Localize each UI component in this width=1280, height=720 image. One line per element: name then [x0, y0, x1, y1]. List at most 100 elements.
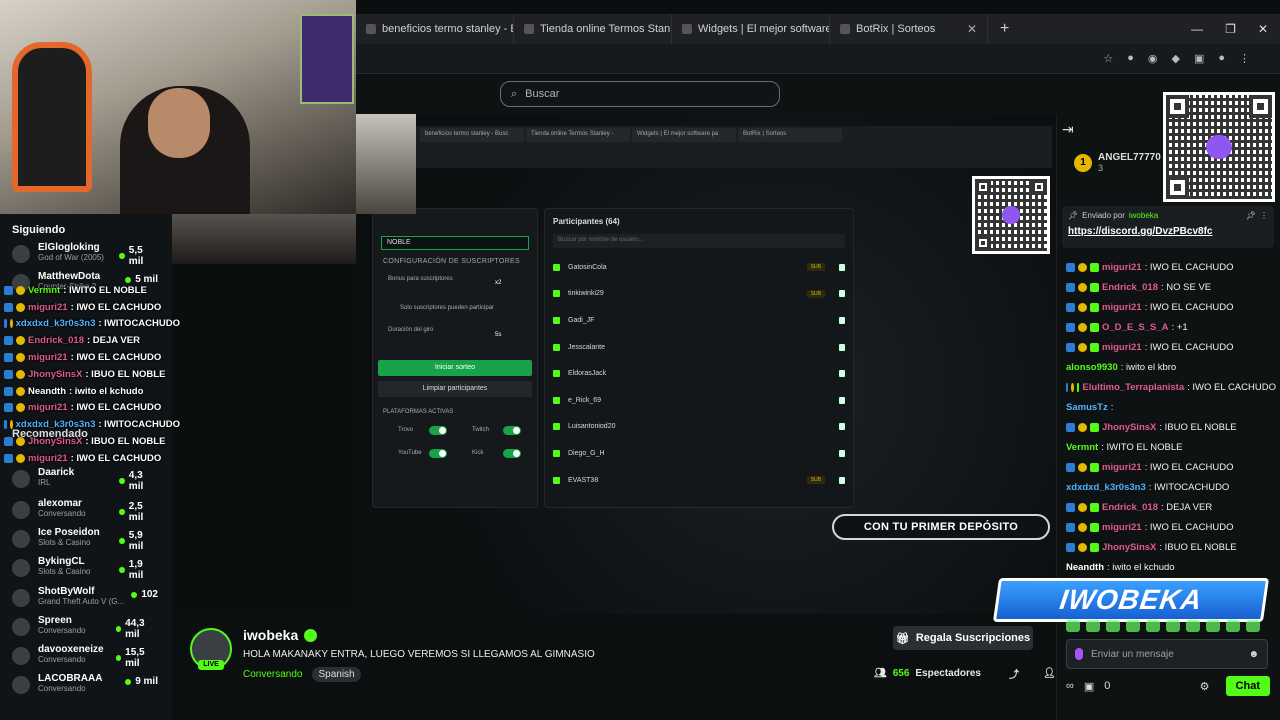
browser-tab[interactable]: Tienda online Termos Stanley -✕	[514, 14, 672, 44]
sidebar-channel-item[interactable]: ShotByWolf Grand Theft Auto V (G... 102	[0, 586, 172, 615]
chat-message-row[interactable]: miguri21: IWO EL CACHUDO	[1066, 257, 1276, 277]
sidebar-channel-item[interactable]: Daarick IRL 4,3 mil	[0, 467, 172, 496]
chat-message-row[interactable]: Endrick_018: DEJA VER	[1066, 497, 1276, 517]
chat-username[interactable]: O_D_E_S_S_A	[1102, 322, 1169, 333]
settings-gear-icon[interactable]: ⚙	[1200, 680, 1210, 693]
chat-username[interactable]: Endrick_018	[1102, 282, 1158, 293]
chat-message-row[interactable]: O_D_E_S_S_A: +1	[1066, 317, 1276, 337]
close-window-icon[interactable]: ✕	[1258, 22, 1268, 36]
emote-icon[interactable]	[1206, 620, 1220, 632]
delete-icon[interactable]	[839, 316, 845, 324]
twitch-toggle[interactable]	[503, 426, 521, 435]
chat-message-row[interactable]: Vermnt: IWITO EL NOBLE	[1066, 437, 1276, 457]
emote-icon[interactable]	[1166, 620, 1180, 632]
bonus-select[interactable]: x2	[495, 280, 501, 286]
maximize-icon[interactable]: ❐	[1225, 22, 1236, 36]
browser-tab[interactable]: Widgets | El mejor software pa✕	[672, 14, 830, 44]
chat-message-row[interactable]: JhonySinsX: IBUO EL NOBLE	[1066, 537, 1276, 557]
category-link[interactable]: Conversando	[243, 669, 302, 680]
minimize-icon[interactable]: —	[1191, 22, 1203, 36]
emote-icon[interactable]	[1106, 620, 1120, 632]
pinned-link[interactable]: https://discord.gg/DvzPBcv8fc	[1068, 226, 1268, 237]
chat-message-row[interactable]: Elultimo_Terraplanista: IWO EL CACHUDO	[1066, 377, 1276, 397]
sidebar-channel-item[interactable]: ElGlogloking God of War (2005) 5,5 mil	[0, 242, 172, 271]
clear-participants-button[interactable]: Limpiar participantes	[378, 381, 532, 397]
sidebar-channel-item[interactable]: Spreen Conversando 44,3 mil	[0, 615, 172, 644]
participant-search-input[interactable]: Buscar por nombre de usuario...	[553, 234, 845, 248]
delete-icon[interactable]	[839, 449, 845, 457]
sidebar-channel-item[interactable]: LACOBRAAA Conversando 9 mil	[0, 673, 172, 702]
chat-message-row[interactable]: miguri21: IWO EL CACHUDO	[1066, 337, 1276, 357]
chat-message-row[interactable]: miguri21: IWO EL CACHUDO	[1066, 457, 1276, 477]
gift-subs-button[interactable]: 🎁︎ Regala Suscripciones	[893, 626, 1033, 650]
duration-select[interactable]: 5s	[495, 332, 501, 338]
delete-icon[interactable]	[839, 370, 845, 378]
chat-send-button[interactable]: Chat	[1225, 676, 1270, 696]
search-input[interactable]: ⌕ Buscar	[500, 81, 780, 107]
chat-username[interactable]: miguri21	[1102, 342, 1142, 353]
chat-username[interactable]: SamusTz	[1066, 402, 1108, 413]
profile-icon[interactable]: ●	[1218, 52, 1225, 65]
star-icon[interactable]: ☆	[1103, 52, 1113, 65]
language-tag[interactable]: Spanish	[312, 667, 361, 682]
chat-username[interactable]: miguri21	[1102, 262, 1142, 273]
delete-icon[interactable]	[839, 290, 845, 298]
emoji-icon[interactable]: ☻	[1248, 649, 1259, 660]
sidebar-channel-item[interactable]: BykingCL Slots & Casino 1,9 mil	[0, 556, 172, 585]
collapse-chat-icon[interactable]: ⇥	[1062, 121, 1074, 138]
chat-username[interactable]: JhonySinsX	[1102, 542, 1156, 553]
chat-message-input[interactable]: Enviar un mensaje ☻	[1066, 639, 1268, 669]
delete-icon[interactable]	[839, 263, 845, 271]
close-tab-icon[interactable]: ✕	[967, 22, 977, 36]
chat-message-row[interactable]: Neandth: iwito el kchudo	[1066, 557, 1276, 577]
chat-message-row[interactable]: JhonySinsX: IBUO EL NOBLE	[1066, 417, 1276, 437]
delete-icon[interactable]	[839, 343, 845, 351]
chat-message-row[interactable]: miguri21: IWO EL CACHUDO	[1066, 297, 1276, 317]
chat-username[interactable]: miguri21	[1102, 302, 1142, 313]
mic-icon[interactable]	[1075, 648, 1083, 660]
chat-username[interactable]: miguri21	[1102, 522, 1142, 533]
chat-username[interactable]: xdxdxd_k3r0s3n3	[1066, 482, 1146, 493]
chat-username[interactable]: Vermnt	[1066, 442, 1098, 453]
extension-icon[interactable]: ◉	[1148, 52, 1158, 65]
extension-icon[interactable]: ◆	[1171, 52, 1179, 65]
unpin-icon[interactable]: 📌︎	[1246, 211, 1256, 220]
browser-tab-active[interactable]: BotRix | Sorteos ✕	[830, 14, 988, 44]
browser-tab[interactable]: beneficios termo stanley - Busc✕	[356, 14, 514, 44]
emote-icon[interactable]	[1126, 620, 1140, 632]
channel-name[interactable]: iwobeka	[243, 627, 318, 643]
emote-icon[interactable]	[1246, 620, 1260, 632]
share-icon[interactable]: ⤴	[1009, 666, 1019, 681]
puzzle-icon[interactable]: ▣	[1194, 52, 1204, 65]
delete-icon[interactable]	[839, 476, 845, 484]
extension-icon[interactable]: ●	[1127, 52, 1134, 65]
points-icon[interactable]: ▣	[1084, 680, 1094, 693]
delete-icon[interactable]	[839, 423, 845, 431]
menu-icon[interactable]: ⋮	[1239, 52, 1250, 65]
kick-toggle[interactable]	[503, 449, 521, 458]
emote-icon[interactable]	[1066, 620, 1080, 632]
chat-username[interactable]: Endrick_018	[1102, 502, 1158, 513]
sidebar-channel-item[interactable]: alexomar Conversando 2,5 mil	[0, 498, 172, 527]
keyword-input[interactable]: NOBLE	[381, 236, 529, 250]
emote-icon[interactable]	[1086, 620, 1100, 632]
chat-message-row[interactable]: xdxdxd_k3r0s3n3: IWITOCACHUDO	[1066, 477, 1276, 497]
youtube-toggle[interactable]	[429, 449, 447, 458]
sidebar-channel-item[interactable]: davooxeneize Conversando 15,5 mil	[0, 644, 172, 673]
infinity-icon[interactable]: ∞	[1066, 680, 1074, 692]
chat-username[interactable]: miguri21	[1102, 462, 1142, 473]
delete-icon[interactable]	[839, 396, 845, 404]
trovo-toggle[interactable]	[429, 426, 447, 435]
chat-username[interactable]: Elultimo_Terraplanista	[1082, 382, 1184, 393]
start-giveaway-button[interactable]: Iniciar sorteo	[378, 360, 532, 376]
emote-icon[interactable]	[1186, 620, 1200, 632]
chat-username[interactable]: JhonySinsX	[1102, 422, 1156, 433]
emote-icon[interactable]	[1146, 620, 1160, 632]
chat-message-row[interactable]: Endrick_018: NO SE VE	[1066, 277, 1276, 297]
chat-message-row[interactable]: SamusTz:	[1066, 397, 1276, 417]
chat-message-row[interactable]: miguri21: IWO EL CACHUDO	[1066, 517, 1276, 537]
more-icon[interactable]: ⋮	[1260, 211, 1268, 220]
user-icon[interactable]: 👤︎	[1043, 668, 1056, 679]
sidebar-channel-item[interactable]: Ice Poseidon Slots & Casino 5,9 mil	[0, 527, 172, 556]
new-tab-button[interactable]: +	[988, 20, 1021, 38]
